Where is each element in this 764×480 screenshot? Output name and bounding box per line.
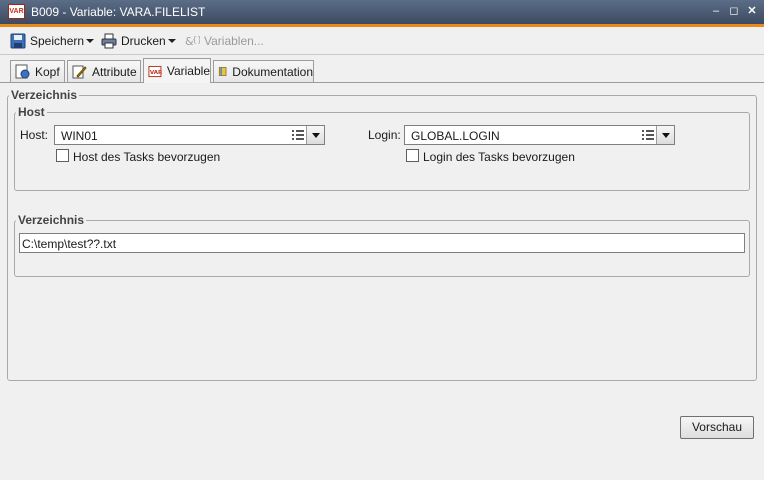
tab-divider bbox=[0, 82, 764, 83]
maximize-button[interactable]: ◻ bbox=[727, 4, 741, 18]
verzeichnis-outer-legend: Verzeichnis bbox=[11, 88, 78, 102]
close-button[interactable]: ✕ bbox=[745, 4, 759, 18]
list-select-icon[interactable] bbox=[642, 129, 654, 141]
tab-attribute[interactable]: Attribute bbox=[67, 60, 141, 82]
host-combobox[interactable]: WIN01 bbox=[54, 125, 325, 145]
save-label: Speichern bbox=[30, 34, 85, 48]
login-combobox[interactable]: GLOBAL.LOGIN bbox=[404, 125, 675, 145]
login-prefer-checkbox[interactable] bbox=[406, 149, 419, 162]
header-document-icon bbox=[15, 64, 30, 79]
path-legend: Verzeichnis bbox=[18, 213, 85, 227]
host-prefer-label: Host des Tasks bevorzugen bbox=[73, 150, 221, 164]
minimize-button[interactable]: – bbox=[709, 4, 723, 18]
save-dropdown-arrow[interactable] bbox=[86, 39, 94, 43]
print-label: Drucken bbox=[121, 34, 166, 48]
host-value: WIN01 bbox=[61, 129, 98, 143]
tab-variable[interactable]: VAR Variable bbox=[143, 58, 211, 83]
variables-button[interactable]: & {} Variablen... bbox=[184, 32, 264, 50]
host-legend: Host bbox=[18, 105, 45, 119]
svg-text:VAR: VAR bbox=[150, 69, 162, 75]
toolbar: Speichern Drucken & {} Variablen... bbox=[0, 27, 764, 55]
variable-icon: VAR bbox=[148, 65, 162, 77]
svg-text:{}: {} bbox=[192, 35, 200, 44]
window-title: B009 - Variable: VARA.FILELIST bbox=[31, 5, 206, 19]
print-button[interactable]: Drucken bbox=[101, 32, 166, 50]
login-label: Login: bbox=[368, 128, 401, 142]
save-icon bbox=[10, 33, 26, 49]
list-select-icon[interactable] bbox=[292, 129, 304, 141]
tab-dokumentation[interactable]: Dokumentation bbox=[213, 60, 314, 82]
preview-button[interactable]: Vorschau bbox=[680, 416, 754, 439]
documentation-book-icon bbox=[218, 67, 227, 76]
host-label: Host: bbox=[20, 128, 49, 142]
attributes-edit-icon bbox=[72, 65, 87, 79]
host-dropdown-button[interactable] bbox=[306, 126, 324, 144]
save-button[interactable]: Speichern bbox=[10, 32, 84, 50]
app-icon: VAR bbox=[8, 4, 25, 19]
variables-icon: & {} bbox=[185, 35, 200, 48]
variables-label: Variablen... bbox=[204, 34, 264, 48]
print-dropdown-arrow[interactable] bbox=[168, 39, 176, 43]
tab-kopf[interactable]: Kopf bbox=[10, 60, 65, 82]
login-dropdown-button[interactable] bbox=[656, 126, 674, 144]
login-prefer-label: Login des Tasks bevorzugen bbox=[423, 150, 575, 164]
path-input[interactable]: C:\temp\test??.txt bbox=[19, 233, 745, 253]
host-prefer-checkbox[interactable] bbox=[56, 149, 69, 162]
host-group: Host bbox=[14, 105, 750, 191]
title-bar: VAR B009 - Variable: VARA.FILELIST – ◻ ✕ bbox=[0, 0, 764, 24]
login-value: GLOBAL.LOGIN bbox=[411, 129, 500, 143]
printer-icon bbox=[101, 33, 117, 49]
